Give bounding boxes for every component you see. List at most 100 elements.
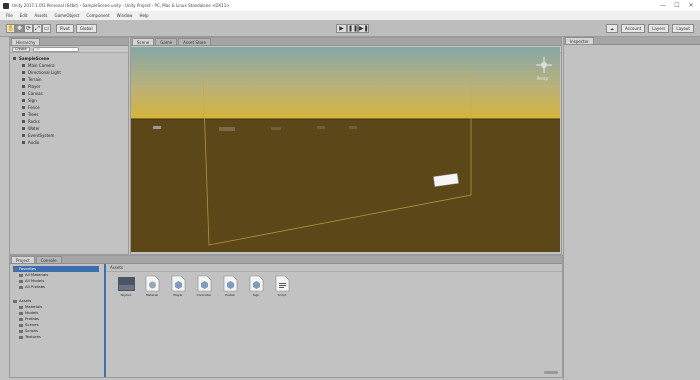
tab-game[interactable]: Game [155, 38, 178, 45]
search-icon [19, 279, 23, 283]
scene-object [349, 126, 357, 129]
gameobject-icon [22, 127, 25, 130]
folder-icon [19, 317, 23, 321]
material-icon [144, 275, 161, 292]
asset-grid: Skybox Material Player Controller Prefab… [116, 275, 292, 297]
folder-icon [19, 329, 23, 333]
title-bar: Unity 2017.1.0f3 Personal (64bit) - Samp… [0, 0, 700, 11]
step-button[interactable]: ▶❚ [358, 24, 369, 33]
script-icon [274, 275, 291, 292]
folder-icon [19, 311, 23, 315]
menu-assets[interactable]: Assets [34, 13, 47, 18]
gameobject-icon [22, 134, 25, 137]
space-toggle[interactable]: Global [75, 24, 97, 33]
move-tool-icon[interactable]: ✥ [15, 24, 24, 33]
list-item[interactable]: Terrain [13, 76, 128, 83]
gameobject-icon [22, 78, 25, 81]
gameobject-icon [22, 99, 25, 102]
play-controls: ▶ ❚❚ ▶❚ [336, 24, 369, 33]
cube-icon [170, 275, 187, 292]
tab-project[interactable]: Project [11, 256, 35, 263]
scene-object [153, 126, 161, 129]
scale-tool-icon[interactable]: ⤢ [33, 24, 42, 33]
scene-tabstrip: Scene Game Asset Store [131, 38, 561, 46]
asset-item[interactable]: Controller [194, 275, 214, 297]
search-icon [19, 273, 23, 277]
scene-object [219, 127, 235, 131]
menu-file[interactable]: File [6, 13, 13, 18]
rotate-tool-icon[interactable]: ⟳ [24, 24, 33, 33]
list-item[interactable]: Main Camera [13, 62, 128, 69]
pause-button[interactable]: ❚❚ [347, 24, 358, 33]
gameobject-icon [22, 141, 25, 144]
tab-asset-store[interactable]: Asset Store [178, 38, 211, 45]
project-folder-tree: Favorites All Materials All Models All P… [10, 264, 102, 377]
scene-object [317, 126, 325, 129]
hierarchy-tabstrip: Hierarchy [10, 38, 128, 46]
gameobject-icon [22, 64, 25, 67]
inspector-tabstrip: Inspector [564, 37, 700, 45]
tab-scene[interactable]: Scene [132, 38, 155, 45]
list-item[interactable]: Player [13, 83, 128, 90]
star-icon [13, 267, 17, 271]
cube-icon [222, 275, 239, 292]
scene-viewport[interactable]: Persp [131, 47, 560, 252]
main-toolbar: ✋ ✥ ⟳ ⤢ ▭ Pivot Global ▶ ❚❚ ▶❚ ☁ Account… [0, 20, 700, 37]
menu-component[interactable]: Component [86, 13, 109, 18]
tab-inspector[interactable]: Inspector [565, 37, 594, 44]
folder-item[interactable]: Textures [13, 334, 99, 340]
list-item[interactable]: Audio [13, 139, 128, 146]
account-dropdown[interactable]: Account [620, 24, 646, 33]
ground-plane [131, 119, 560, 252]
tab-console[interactable]: Console [35, 256, 62, 263]
list-item[interactable]: Rocks [13, 118, 128, 125]
maximize-button[interactable]: ☐ [670, 1, 684, 10]
hierarchy-search-input[interactable]: All [32, 46, 79, 52]
tab-hierarchy[interactable]: Hierarchy [11, 38, 41, 45]
rect-tool-icon[interactable]: ▭ [42, 24, 51, 33]
minimize-button[interactable]: — [656, 1, 670, 10]
asset-item[interactable]: Player [168, 275, 188, 297]
window-controls: — ☐ ✕ [656, 1, 698, 10]
asset-item[interactable]: Skybox [116, 275, 136, 297]
hand-tool-icon[interactable]: ✋ [6, 24, 15, 33]
close-button[interactable]: ✕ [684, 1, 698, 10]
project-tabstrip: Project Console [10, 256, 562, 264]
hierarchy-scene-root[interactable]: SampleScene [13, 55, 128, 62]
icon-size-slider[interactable] [544, 371, 558, 374]
search-icon [19, 285, 23, 289]
menu-gameobject[interactable]: GameObject [54, 13, 79, 18]
menu-window[interactable]: Window [117, 13, 133, 18]
list-item[interactable]: EventSystem [13, 132, 128, 139]
image-icon [117, 275, 135, 292]
gameobject-icon [22, 85, 25, 88]
asset-item[interactable]: Material [142, 275, 162, 297]
list-item[interactable]: Sign [13, 97, 128, 104]
list-item[interactable]: Directional Light [13, 69, 128, 76]
asset-item[interactable]: Script [272, 275, 292, 297]
hierarchy-create-button[interactable]: Create [12, 46, 30, 52]
cloud-button[interactable]: ☁ [605, 24, 618, 33]
persp-label: Persp [537, 76, 548, 81]
menu-help[interactable]: Help [139, 13, 148, 18]
gameobject-icon [22, 71, 25, 74]
list-item[interactable]: Trees [13, 111, 128, 118]
pivot-toggle[interactable]: Pivot [56, 24, 74, 33]
unity-logo-icon [3, 2, 9, 9]
list-item[interactable]: Canvas [13, 90, 128, 97]
menu-edit[interactable]: Edit [20, 13, 28, 18]
layout-dropdown[interactable]: Layout [672, 24, 694, 33]
asset-item[interactable]: Sign [246, 275, 266, 297]
transform-tools: ✋ ✥ ⟳ ⤢ ▭ [6, 24, 51, 33]
list-item[interactable]: Water [13, 125, 128, 132]
play-button[interactable]: ▶ [336, 24, 347, 33]
scene-render: Persp [131, 47, 560, 252]
cube-icon [248, 275, 265, 292]
hierarchy-panel: Hierarchy Create All SampleScene Main Ca… [9, 37, 129, 255]
list-item[interactable]: Fence [13, 104, 128, 111]
hierarchy-list: SampleScene Main Camera Directional Ligh… [10, 53, 128, 146]
gameobject-icon [22, 113, 25, 116]
asset-item[interactable]: Prefab [220, 275, 240, 297]
layers-dropdown[interactable]: Layers [648, 24, 670, 33]
breadcrumb-item[interactable]: Assets [110, 265, 123, 270]
